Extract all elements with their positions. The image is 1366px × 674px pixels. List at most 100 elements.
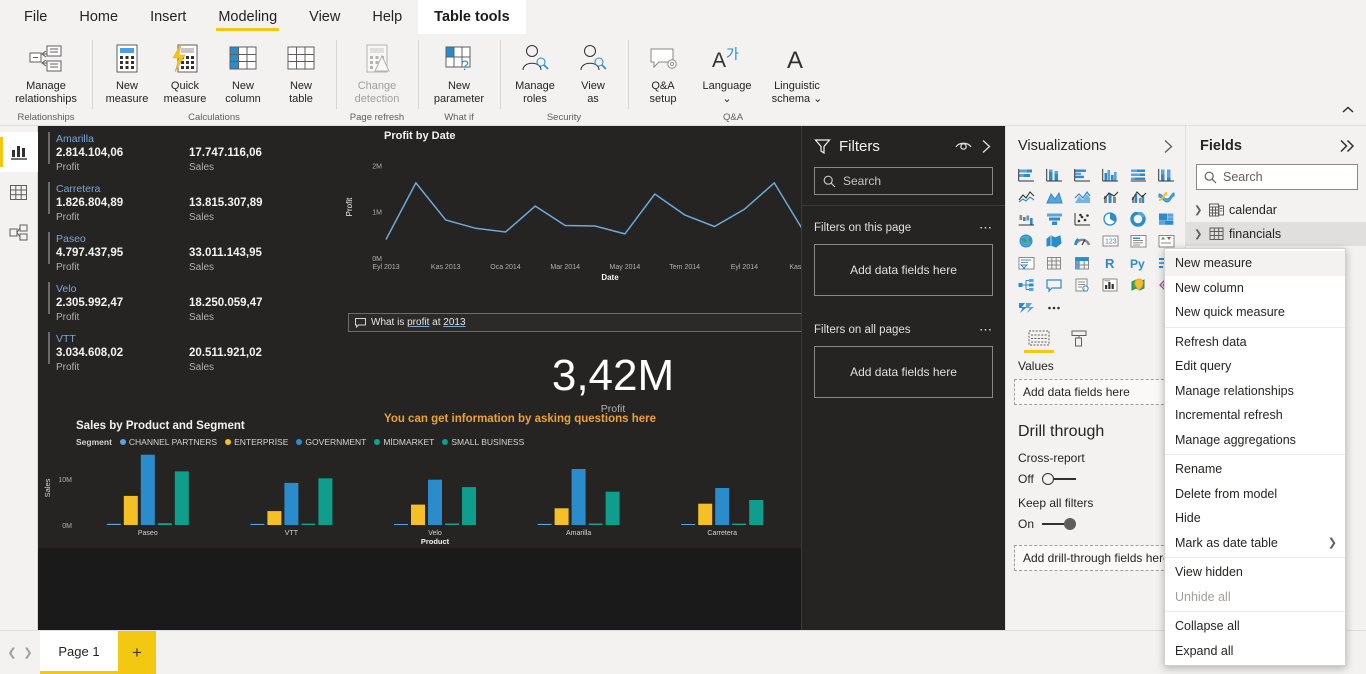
area-chart-icon[interactable] — [1040, 186, 1068, 208]
table-context-menu[interactable]: New measure New column New quick measure Re… — [1164, 248, 1346, 666]
context-menu-item[interactable]: Mark as date table ❯ — [1165, 531, 1345, 556]
context-menu-item[interactable]: Edit query — [1165, 354, 1345, 379]
more-options-icon[interactable]: ⋯ — [979, 322, 993, 338]
manage-relationships-button[interactable]: Manage relationships — [6, 38, 86, 107]
context-menu-item[interactable]: Hide — [1165, 506, 1345, 531]
line-chart-icon[interactable] — [1012, 186, 1040, 208]
new-column-button[interactable]: New column — [214, 38, 272, 107]
line-chart-visual[interactable]: Profit by Date 0M 1M 2M Profit Eyl 2013 Kas 2… — [338, 126, 801, 294]
matrix-icon[interactable] — [1068, 252, 1096, 274]
qa-setup-button[interactable]: Q&A setup — [634, 38, 692, 107]
new-table-button[interactable]: New table — [272, 38, 330, 107]
multi-row-card-row[interactable]: Velo 2.305.992,47 Profit 18.250.059,47 S… — [48, 280, 322, 330]
funnel-chart-icon[interactable] — [1040, 208, 1068, 230]
add-page-button[interactable]: + — [118, 631, 156, 674]
context-menu-item[interactable]: Rename — [1165, 457, 1345, 482]
new-measure-button[interactable]: New measure — [98, 38, 156, 107]
filters-page-dropzone[interactable]: Add data fields here — [814, 244, 993, 296]
scatter-chart-icon[interactable] — [1068, 208, 1096, 230]
multi-row-card-icon[interactable] — [1125, 230, 1153, 252]
ribbon-tab-table-tools[interactable]: Table tools — [418, 0, 526, 34]
report-canvas[interactable]: Amarilla 2.814.104,06 Profit 17.747.116,… — [38, 126, 801, 630]
fields-tab[interactable] — [1024, 330, 1054, 353]
context-menu-item[interactable]: Manage aggregations — [1165, 428, 1345, 453]
card-visual[interactable]: 3,42M Profit — [384, 351, 801, 415]
context-menu-item[interactable]: New column — [1165, 276, 1345, 301]
smart-narrative-icon[interactable]: i — [1068, 274, 1096, 296]
cross-report-toggle-row[interactable]: Off — [1006, 465, 1185, 486]
multi-row-card-row[interactable]: Amarilla 2.814.104,06 Profit 17.747.116,… — [48, 130, 322, 180]
chevron-right-icon[interactable]: ❯ — [23, 646, 32, 659]
chevron-left-icon[interactable]: ❮ — [7, 646, 16, 659]
legend-item[interactable]: MİDMARKET — [374, 437, 434, 447]
context-menu-item[interactable]: View hidden — [1165, 560, 1345, 585]
manage-roles-button[interactable]: Manage roles — [506, 38, 564, 107]
waterfall-chart-icon[interactable] — [1012, 208, 1040, 230]
slicer-icon[interactable] — [1012, 252, 1040, 274]
sidebar-item-model-view[interactable] — [0, 212, 38, 252]
collapse-ribbon-button[interactable] — [1338, 101, 1358, 119]
ribbon-tab-modeling[interactable]: Modeling — [202, 0, 293, 34]
context-menu-item[interactable]: Manage relationships — [1165, 379, 1345, 404]
qa-input-box[interactable]: What is profit at 2013 — [348, 313, 801, 332]
gauge-icon[interactable] — [1068, 230, 1096, 252]
more-visuals-icon[interactable] — [1040, 296, 1068, 318]
chevron-right-icon[interactable] — [1162, 139, 1175, 154]
chevron-right-icon[interactable] — [980, 139, 993, 154]
decomposition-tree-icon[interactable] — [1012, 274, 1040, 296]
keep-all-filters-toggle-row[interactable]: On — [1006, 510, 1185, 531]
legend-item[interactable]: CHANNEL PARTNERS — [119, 437, 217, 447]
pie-chart-icon[interactable] — [1096, 208, 1124, 230]
sidebar-item-data-view[interactable] — [0, 172, 38, 212]
treemap-icon[interactable] — [1153, 208, 1181, 230]
multi-row-card-row[interactable]: VTT 3.034.608,02 Profit 20.511.921,02 Sa… — [48, 330, 322, 380]
line-clustered-column-icon[interactable] — [1125, 186, 1153, 208]
values-dropzone[interactable]: Add data fields here — [1014, 379, 1179, 405]
map-icon[interactable] — [1012, 230, 1040, 252]
linguistic-schema-button[interactable]: A Linguistic schema ⌄ — [762, 38, 832, 107]
hundred-stacked-bar-icon[interactable] — [1125, 164, 1153, 186]
context-menu-item[interactable]: Refresh data — [1165, 330, 1345, 355]
eye-icon[interactable] — [955, 140, 972, 153]
drill-through-dropzone[interactable]: Add drill-through fields here — [1014, 545, 1179, 571]
fields-search-input[interactable]: Search — [1196, 164, 1358, 190]
context-menu-item[interactable]: New quick measure — [1165, 300, 1345, 325]
qa-visual-icon[interactable] — [1040, 274, 1068, 296]
card-icon[interactable]: 123 — [1096, 230, 1124, 252]
format-tab[interactable] — [1068, 330, 1088, 353]
stacked-column-chart-icon[interactable] — [1040, 164, 1068, 186]
filters-search-input[interactable]: Search — [814, 167, 993, 195]
context-menu-item[interactable]: Expand all — [1165, 639, 1345, 664]
cross-report-toggle[interactable] — [1041, 473, 1076, 485]
python-visual-icon[interactable]: Py — [1125, 252, 1153, 274]
more-options-icon[interactable]: ⋯ — [979, 220, 993, 236]
ribbon-chart-icon[interactable] — [1153, 186, 1181, 208]
power-automate-icon[interactable] — [1012, 296, 1040, 318]
multi-row-card-visual[interactable]: Amarilla 2.814.104,06 Profit 17.747.116,… — [40, 126, 330, 373]
table-icon[interactable] — [1040, 252, 1068, 274]
context-menu-item[interactable]: New measure — [1165, 251, 1345, 276]
quick-measure-button[interactable]: Quick measure — [156, 38, 214, 107]
ribbon-tab-help[interactable]: Help — [356, 0, 418, 34]
ribbon-tab-view[interactable]: View — [293, 0, 356, 34]
arcgis-maps-icon[interactable] — [1125, 274, 1153, 296]
new-parameter-button[interactable]: ? New parameter — [424, 38, 494, 107]
paginated-report-icon[interactable] — [1096, 274, 1124, 296]
chevron-right-icon[interactable]: ❯ — [1194, 229, 1204, 240]
line-stacked-column-icon[interactable] — [1096, 186, 1124, 208]
filled-map-icon[interactable] — [1040, 230, 1068, 252]
clustered-column-chart-icon[interactable] — [1096, 164, 1124, 186]
stacked-bar-chart-icon[interactable] — [1012, 164, 1040, 186]
double-chevron-right-icon[interactable] — [1339, 139, 1356, 153]
visual-type-gallery[interactable]: 123 R Py i — [1006, 162, 1185, 318]
ribbon-tab-file[interactable]: File — [8, 0, 63, 34]
donut-chart-icon[interactable] — [1125, 208, 1153, 230]
legend-item[interactable]: SMALL BUSİNESS — [442, 437, 524, 447]
keep-all-filters-toggle[interactable] — [1042, 518, 1077, 530]
change-detection-button[interactable]: Change detection — [342, 38, 412, 107]
view-as-button[interactable]: View as — [564, 38, 622, 107]
context-menu-item[interactable]: Incremental refresh — [1165, 403, 1345, 428]
field-table-financials[interactable]: ❯ financials — [1186, 222, 1366, 246]
legend-item[interactable]: ENTERPRİSE — [225, 437, 288, 447]
context-menu-item[interactable]: Collapse all — [1165, 614, 1345, 639]
